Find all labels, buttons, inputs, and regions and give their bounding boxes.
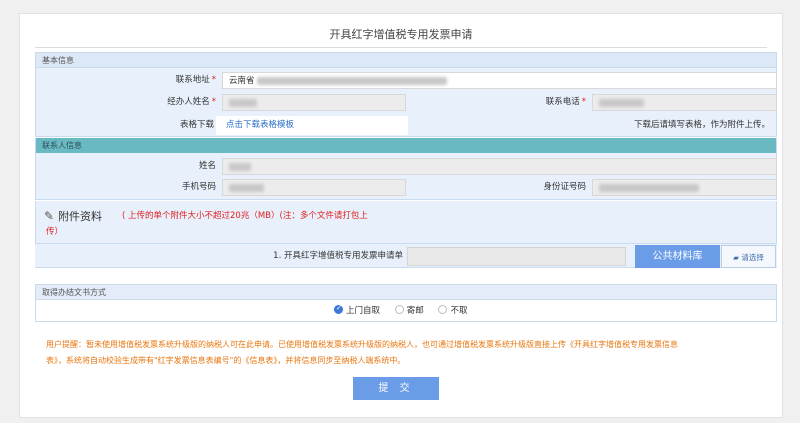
folder-icon: ▰ [733,253,739,262]
attachment-file-input[interactable] [407,247,626,266]
paperclip-icon: ✎ [44,209,55,223]
handler-field[interactable] [222,94,406,111]
template-row: 表格下载 点击下载表格模板 下载后请填写表格，作为附件上传。 [36,116,776,135]
phone-label: 联系电话 * [545,97,586,107]
contact-mobile-row: 手机号码 身份证号码 [36,178,777,197]
hint-line-1: 用户提醒：暂未使用增值税发票系统升级版的纳税人可在此申请。已使用增值税发票系统升… [46,340,678,349]
select-file-button[interactable]: ▰ 请选择 [721,245,776,268]
attachment-file-label: 1. 开具红字增值税专用发票申请单 [273,251,403,261]
contact-name-label: 姓名 [198,161,216,171]
basic-info-section: 基本信息 联系地址 * 云南省 经办人姓名 * 联系电话 * 表格下载 点击下载表格模… [35,52,777,137]
phone-field[interactable] [592,94,777,111]
contact-name-field[interactable] [222,158,777,175]
address-label: 联系地址 * [175,75,216,85]
template-note: 下载后请填写表格，作为附件上传。 [408,116,776,135]
mobile-label: 手机号码 [181,182,216,192]
attachment-note-cont: 传） [46,227,64,237]
pickup-header: 取得办结文书方式 [36,285,776,300]
page-title: 开具红字增值税专用发票申请 [329,28,473,41]
radio-unchecked-icon [438,305,448,314]
address-field[interactable]: 云南省 [222,72,777,89]
handler-row: 经办人姓名 * 联系电话 * [36,93,777,112]
handler-label: 经办人姓名 * [167,97,216,107]
contact-name-row: 姓名 [36,157,777,176]
basic-info-header: 基本信息 [36,53,776,68]
title-divider [35,47,767,48]
hint-line-2: 表》，系统将自动校验生成带有"红字发票信息表编号"的《信息表》，并将信息同步至纳… [46,356,406,365]
radio-mail[interactable]: 寄邮 [394,304,424,316]
contact-header: 联系人信息 [36,138,776,153]
submit-button[interactable]: 提 交 [353,377,439,400]
mobile-field[interactable] [222,179,406,196]
radio-self-pickup[interactable]: 上门自取 [334,304,380,316]
pickup-section: 取得办结文书方式 上门自取 寄邮 不取 [35,284,777,322]
radio-unchecked-icon [394,305,404,314]
attachment-row: 1. 开具红字增值税专用发票申请单 公共材料库 ▰ 请选择 [35,243,777,268]
radio-none[interactable]: 不取 [438,304,467,316]
id-field[interactable] [592,179,777,196]
contact-section: 联系人信息 姓名 手机号码 身份证号码 [35,138,777,200]
user-hint: 用户提醒：暂未使用增值税发票系统升级版的纳税人可在此申请。已使用增值税发票系统升… [46,337,766,369]
pickup-options: 上门自取 寄邮 不取 [334,304,479,316]
id-label: 身份证号码 [543,182,586,192]
radio-checked-icon [334,304,343,314]
template-label: 表格下载 [36,116,216,135]
public-library-button[interactable]: 公共材料库 [635,245,720,268]
address-row: 联系地址 * 云南省 [36,71,777,90]
attachment-title: ✎ 附件资料 [44,209,103,223]
attachment-note: ( 上传的单个附件大小不超过20兆（MB）(注：多个文件请打包上 [122,211,368,221]
template-download-link[interactable]: 点击下载表格模板 [226,116,406,135]
